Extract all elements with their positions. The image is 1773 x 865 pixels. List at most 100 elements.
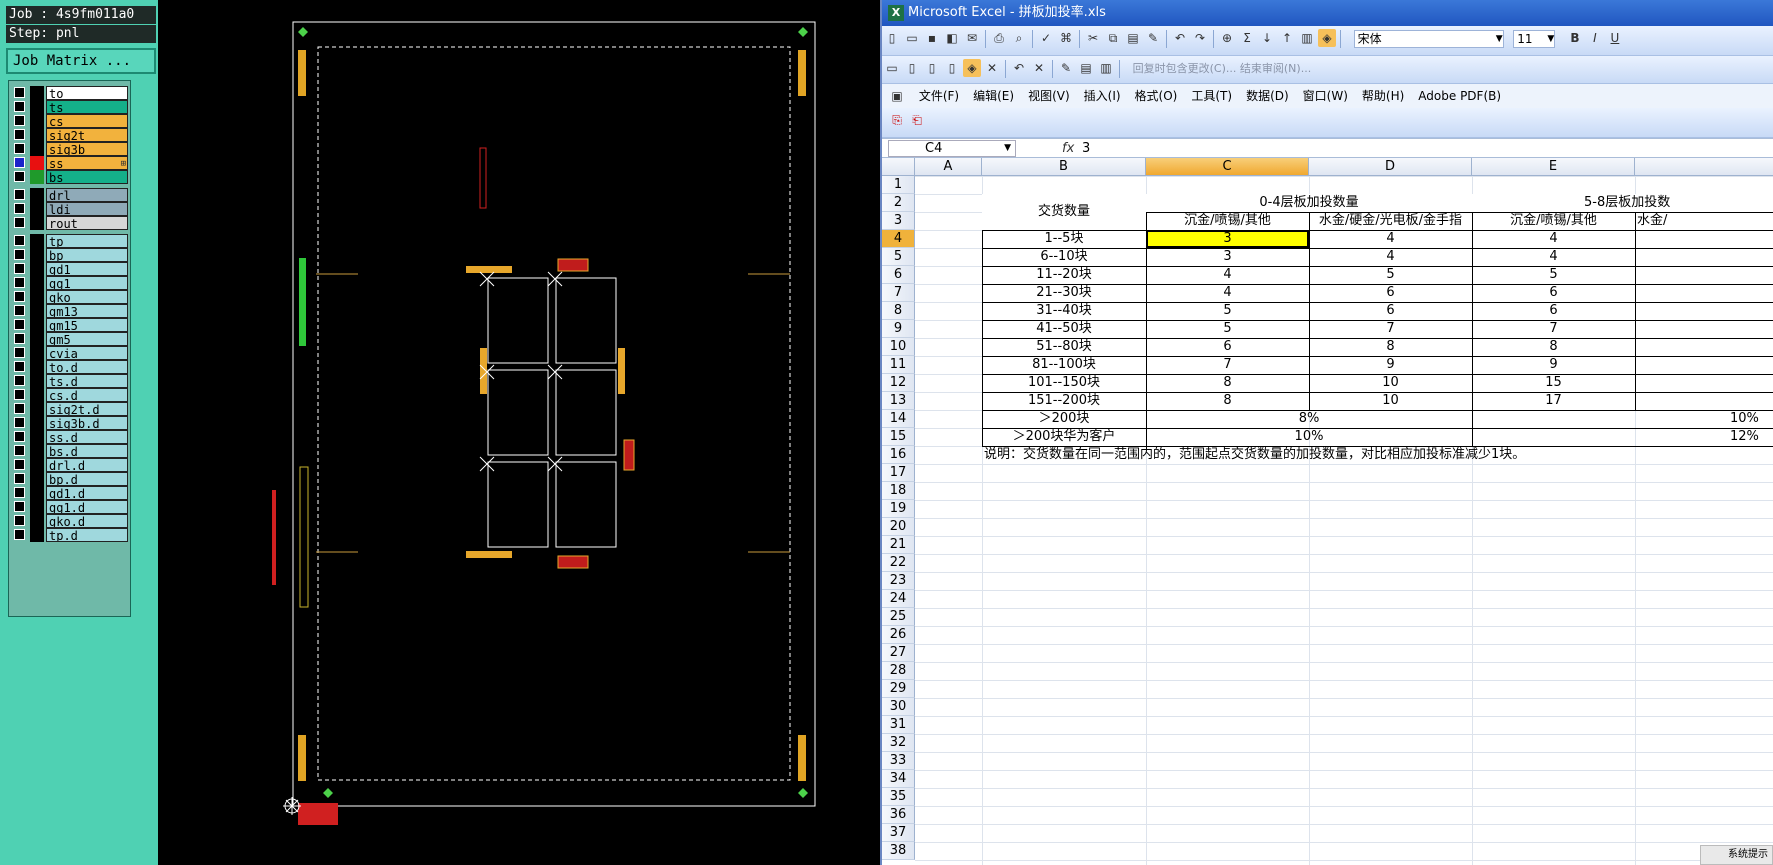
folder-icon[interactable]: ▭	[883, 59, 901, 77]
row-header[interactable]: 7	[882, 284, 915, 302]
value-cell-d[interactable]: 4	[1309, 230, 1472, 248]
active-cell[interactable]: 3	[1146, 230, 1309, 248]
value-cell-e[interactable]: 7	[1472, 320, 1635, 338]
layer-name[interactable]: drl.d	[46, 457, 128, 472]
layer-name[interactable]: gd1.d	[46, 485, 128, 500]
layer-name[interactable]: rout	[46, 215, 128, 230]
value-cell-d[interactable]: 9	[1309, 356, 1472, 374]
layer-color-swatch[interactable]	[30, 415, 44, 430]
layer-checkbox[interactable]	[14, 115, 25, 126]
pdf-icon[interactable]: ⎘	[888, 111, 906, 129]
fx-icon[interactable]: fx	[1062, 140, 1074, 157]
layer-name[interactable]: gm13	[46, 303, 128, 318]
row-header[interactable]: 10	[882, 338, 915, 356]
layer-color-swatch[interactable]	[30, 289, 44, 304]
value-cell-e[interactable]: 17	[1472, 392, 1635, 410]
value-cell-e[interactable]: 9	[1472, 356, 1635, 374]
track-icon[interactable]: ◈	[963, 59, 981, 77]
layer-name[interactable]: drl	[46, 187, 128, 202]
layer-color-swatch[interactable]	[30, 527, 44, 542]
value-cell-c[interactable]: 5	[1146, 320, 1309, 338]
row-header[interactable]: 2	[882, 194, 915, 212]
value-cell-e[interactable]: 4	[1472, 248, 1635, 266]
row-header[interactable]: 19	[882, 500, 915, 518]
value-cell-e[interactable]: 4	[1472, 230, 1635, 248]
layer-row-bs[interactable]: bs	[11, 169, 128, 184]
row-header[interactable]: 9	[882, 320, 915, 338]
layer-color-swatch[interactable]	[30, 401, 44, 416]
menu-item-7[interactable]: 窗口(W)	[1296, 84, 1355, 108]
layer-color-swatch[interactable]	[30, 155, 44, 170]
qty-cell[interactable]: ＞200块华为客户	[982, 428, 1146, 446]
percent-cell[interactable]: 10%	[1146, 428, 1472, 446]
row-header[interactable]: 37	[882, 824, 915, 842]
layer-checkbox[interactable]	[14, 515, 25, 526]
layer-name[interactable]: to	[46, 85, 128, 100]
layer-row-drl-d[interactable]: drl.d	[11, 457, 128, 472]
layer-checkbox[interactable]	[14, 157, 25, 168]
row-header[interactable]: 26	[882, 626, 915, 644]
row-header[interactable]: 24	[882, 590, 915, 608]
underline-icon[interactable]: U	[1606, 29, 1624, 47]
layer-color-swatch[interactable]	[30, 317, 44, 332]
layer-color-swatch[interactable]	[30, 331, 44, 346]
layer-checkbox[interactable]	[14, 375, 25, 386]
value-cell-d[interactable]: 10	[1309, 374, 1472, 392]
layer-color-swatch[interactable]	[30, 387, 44, 402]
layer-name[interactable]: bs.d	[46, 443, 128, 458]
header-group1-cell[interactable]: 0-4层板加投数量	[1146, 194, 1472, 212]
row-header[interactable]: 5	[882, 248, 915, 266]
layer-row-bs-d[interactable]: bs.d	[11, 443, 128, 458]
layer-checkbox[interactable]	[14, 445, 25, 456]
value-cell-d[interactable]: 5	[1309, 266, 1472, 284]
worksheet-grid[interactable]: A B C D E 1 2 3 4 5 6 7 8 9 10 11 12 13 14 15 16 17 18 19 20 21 22…	[882, 158, 1773, 865]
layer-color-swatch[interactable]	[30, 247, 44, 262]
layer-color-swatch[interactable]	[30, 275, 44, 290]
layer-row-gd1-d[interactable]: gd1.d	[11, 485, 128, 500]
layer-name[interactable]: sig3b.d	[46, 415, 128, 430]
row-header[interactable]: 27	[882, 644, 915, 662]
sort-descending-icon[interactable]: ↑	[1278, 29, 1296, 47]
column-header-C[interactable]: C	[1146, 158, 1309, 176]
row-header[interactable]: 21	[882, 536, 915, 554]
value-cell-c[interactable]: 7	[1146, 356, 1309, 374]
menu-item-1[interactable]: 编辑(E)	[966, 84, 1021, 108]
layer-row-to-d[interactable]: to.d	[11, 359, 128, 374]
redo-icon[interactable]: ↷	[1191, 29, 1209, 47]
row-header[interactable]: 20	[882, 518, 915, 536]
layer-name[interactable]: sig2t	[46, 127, 128, 142]
layer-checkbox[interactable]	[14, 487, 25, 498]
layer-color-swatch[interactable]	[30, 113, 44, 128]
value-cell-d[interactable]: 7	[1309, 320, 1472, 338]
row-header[interactable]: 29	[882, 680, 915, 698]
layer-name[interactable]: gg1	[46, 275, 128, 290]
qty-cell[interactable]: 41--50块	[982, 320, 1146, 338]
layer-name[interactable]: tp.d	[46, 527, 128, 542]
layer-row-cvia[interactable]: cvia	[11, 345, 128, 360]
chart-wizard-icon[interactable]: ▥	[1298, 29, 1316, 47]
layer-row-ss-d[interactable]: ss.d	[11, 429, 128, 444]
layer-name[interactable]: gko.d	[46, 513, 128, 528]
layer-row-ldi[interactable]: ldi	[11, 201, 128, 216]
permission-icon[interactable]: ◧	[943, 29, 961, 47]
row-header[interactable]: 28	[882, 662, 915, 680]
layer-color-swatch[interactable]	[30, 215, 44, 230]
review-reply-hint[interactable]: 回复时包含更改(C)... 结束审阅(N)...	[1133, 60, 1312, 78]
layer-row-sig2t[interactable]: sig2t	[11, 127, 128, 142]
print-icon[interactable]: ⎙	[990, 29, 1008, 47]
row-header[interactable]: 25	[882, 608, 915, 626]
delete-comment-icon[interactable]: ✕	[1030, 59, 1048, 77]
layer-checkbox[interactable]	[14, 217, 25, 228]
layer-row-sig3b-d[interactable]: sig3b.d	[11, 415, 128, 430]
layer-color-swatch[interactable]	[30, 141, 44, 156]
layer-row-tp[interactable]: tp	[11, 233, 128, 248]
menu-item-0[interactable]: 文件(F)	[912, 84, 966, 108]
row-header[interactable]: 35	[882, 788, 915, 806]
value-cell-c[interactable]: 4	[1146, 266, 1309, 284]
qty-cell[interactable]: 11--20块	[982, 266, 1146, 284]
layer-checkbox[interactable]	[14, 305, 25, 316]
column-header-B[interactable]: B	[982, 158, 1146, 176]
row-header[interactable]: 16	[882, 446, 915, 464]
layer-checkbox[interactable]	[14, 389, 25, 400]
font-name-select[interactable]: 宋体 ▼	[1353, 30, 1504, 48]
